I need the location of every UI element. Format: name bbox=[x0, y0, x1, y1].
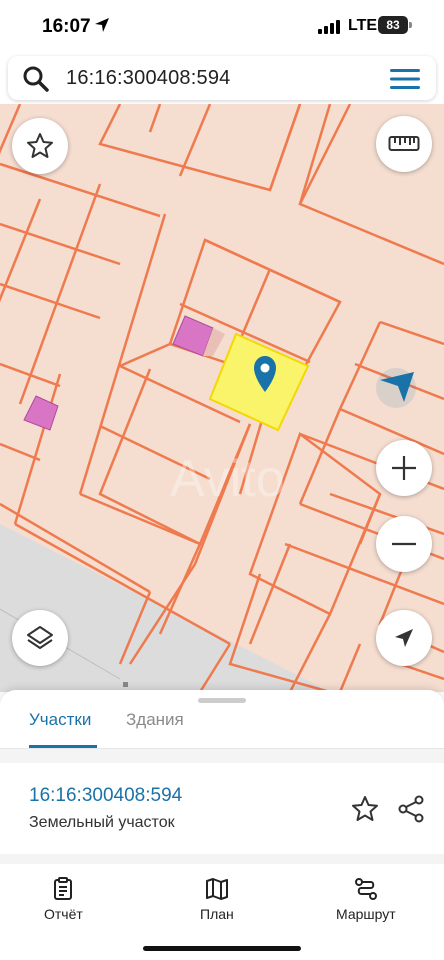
minus-icon bbox=[392, 542, 416, 546]
search-icon[interactable] bbox=[22, 65, 50, 93]
map-icon bbox=[205, 878, 228, 900]
location-arrow-icon bbox=[95, 18, 109, 32]
ruler-icon bbox=[388, 136, 420, 151]
map-view[interactable]: Avito bbox=[0, 104, 444, 692]
list-separator bbox=[0, 854, 444, 864]
road-marker bbox=[123, 682, 128, 687]
watermark: Avito bbox=[170, 450, 285, 508]
battery-icon: 83 bbox=[378, 16, 408, 34]
nav-label-report: Отчёт bbox=[44, 906, 83, 922]
search-bar[interactable]: 16:16:300408:594 bbox=[8, 56, 436, 100]
sheet-grabber[interactable] bbox=[198, 698, 246, 703]
bottom-nav: Отчёт План Маршрут bbox=[0, 868, 444, 960]
report-icon bbox=[54, 877, 73, 900]
list-separator bbox=[0, 749, 444, 763]
nav-label-route: Маршрут bbox=[336, 906, 396, 922]
my-location-button[interactable] bbox=[376, 610, 432, 666]
star-icon bbox=[27, 133, 53, 158]
status-bar: 16:07 LTE 83 bbox=[0, 0, 444, 54]
layers-icon bbox=[27, 626, 53, 649]
plus-icon bbox=[392, 456, 416, 480]
layers-button[interactable] bbox=[12, 610, 68, 666]
home-indicator bbox=[143, 946, 301, 951]
favorite-button[interactable] bbox=[12, 118, 68, 174]
nav-report[interactable]: Отчёт bbox=[44, 876, 83, 922]
tab-buildings[interactable]: Здания bbox=[126, 710, 184, 730]
parcel-type: Земельный участок bbox=[29, 814, 175, 831]
heading-indicator-icon bbox=[376, 368, 416, 408]
ruler-button[interactable] bbox=[376, 116, 432, 172]
nav-plan[interactable]: План bbox=[200, 876, 234, 922]
status-time: 16:07 bbox=[42, 16, 91, 37]
parcel-cadastral-number[interactable]: 16:16:300408:594 bbox=[29, 785, 182, 807]
nav-route[interactable]: Маршрут bbox=[336, 876, 396, 922]
share-icon[interactable] bbox=[396, 794, 426, 824]
star-icon[interactable] bbox=[350, 794, 380, 824]
zoom-in-button[interactable] bbox=[376, 440, 432, 496]
signal-icon bbox=[318, 20, 340, 34]
network-type: LTE bbox=[348, 17, 378, 34]
tab-parcels[interactable]: Участки bbox=[29, 710, 91, 730]
nav-label-plan: План bbox=[200, 906, 234, 922]
zoom-out-button[interactable] bbox=[376, 516, 432, 572]
search-input[interactable]: 16:16:300408:594 bbox=[66, 67, 230, 90]
route-icon bbox=[354, 878, 377, 900]
battery-tip bbox=[409, 22, 412, 28]
menu-icon[interactable] bbox=[388, 66, 422, 92]
navigation-arrow-icon bbox=[395, 629, 413, 647]
